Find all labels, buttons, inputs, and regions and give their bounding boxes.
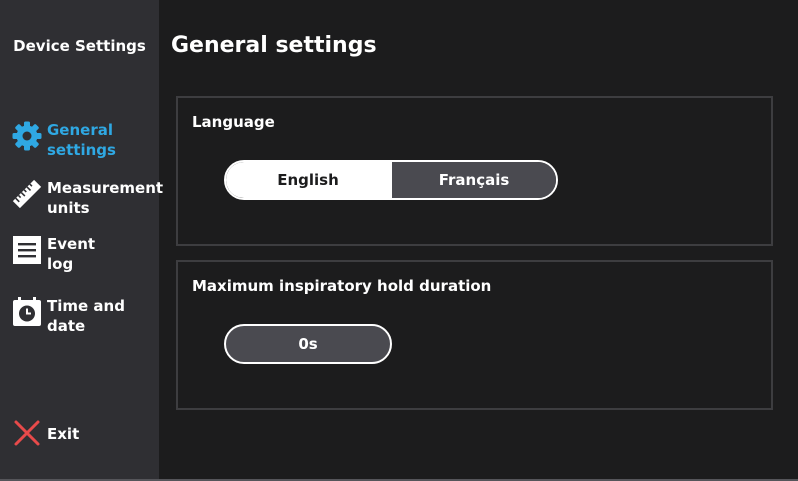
sidebar-item-label: General settings — [47, 121, 116, 159]
sidebar-title: Device Settings — [13, 37, 146, 55]
language-option-francais[interactable]: Français — [390, 162, 556, 198]
sidebar-item-general-settings[interactable]: General settings — [11, 120, 157, 164]
exit-button[interactable]: Exit — [13, 419, 113, 449]
hold-duration-label: Maximum inspiratory hold duration — [192, 277, 492, 295]
clock-icon — [11, 296, 43, 328]
ruler-icon — [11, 178, 43, 210]
language-panel: Language English Français — [176, 96, 773, 246]
language-toggle: English Français — [224, 160, 558, 200]
sidebar-item-time-and-date[interactable]: Time and date — [11, 296, 157, 340]
sidebar-item-event-log[interactable]: Event log — [11, 234, 157, 278]
list-icon — [11, 234, 43, 266]
language-option-english[interactable]: English — [226, 162, 390, 198]
exit-label: Exit — [47, 425, 80, 443]
language-label: Language — [192, 113, 275, 131]
sidebar: Device Settings General settings Measure… — [0, 0, 164, 479]
gear-icon — [11, 120, 43, 152]
sidebar-item-measurement-units[interactable]: Measurement units — [11, 178, 164, 222]
page-title: General settings — [171, 33, 377, 58]
sidebar-item-label: Measurement units — [47, 179, 164, 217]
close-icon — [13, 419, 41, 447]
hold-duration-value-button[interactable]: 0s — [224, 324, 392, 364]
sidebar-item-label: Time and date — [47, 297, 125, 335]
hold-duration-panel: Maximum inspiratory hold duration 0s — [176, 260, 773, 410]
sidebar-item-label: Event log — [47, 235, 96, 273]
